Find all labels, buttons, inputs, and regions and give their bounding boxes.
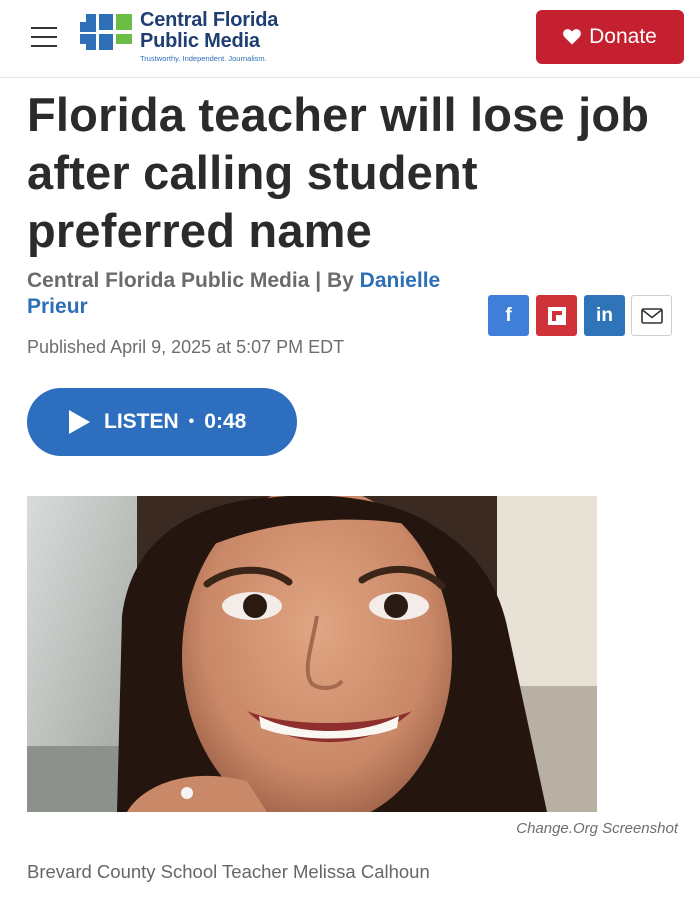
article-photo [27,496,597,812]
site-header: Central Florida Public Media Trustworthy… [0,0,700,78]
share-email-button[interactable] [631,295,672,336]
mail-icon [640,307,663,324]
article-headline: Florida teacher will lose job after call… [27,88,650,257]
hamburger-menu-icon[interactable] [31,27,57,47]
image-credit: Change.Org Screenshot [516,820,678,837]
flipboard-icon [547,306,566,325]
donate-label: Donate [589,25,657,48]
audio-duration: 0:48 [204,410,247,433]
teacher-portrait-image [27,496,597,812]
image-caption: Brevard County School Teacher Melissa Ca… [27,861,430,882]
play-icon [69,410,90,434]
facebook-icon: f [505,305,512,326]
heart-icon [563,29,581,45]
cfpm-logo-mark-icon [80,14,132,50]
site-logo[interactable]: Central Florida Public Media Trustworthy… [80,8,310,66]
listen-label: LISTEN [104,410,179,433]
publish-date: Published April 9, 2025 at 5:07 PM EDT [27,337,345,357]
listen-separator: • [188,413,195,430]
article-byline: Central Florida Public Media | By Daniel… [27,268,497,320]
logo-wordmark: Central Florida Public Media [140,9,279,52]
byline-by: By [326,269,354,292]
linkedin-icon: in [596,305,613,326]
byline-source: Central Florida Public Media [27,269,310,292]
logo-tagline: Trustworthy. Independent. Journalism. [140,54,267,63]
listen-audio-button[interactable]: LISTEN • 0:48 [27,388,297,456]
byline-separator: | [315,269,322,292]
donate-button[interactable]: Donate [536,10,684,64]
share-facebook-button[interactable]: f [488,295,529,336]
share-linkedin-button[interactable]: in [584,295,625,336]
share-flipboard-button[interactable] [536,295,577,336]
